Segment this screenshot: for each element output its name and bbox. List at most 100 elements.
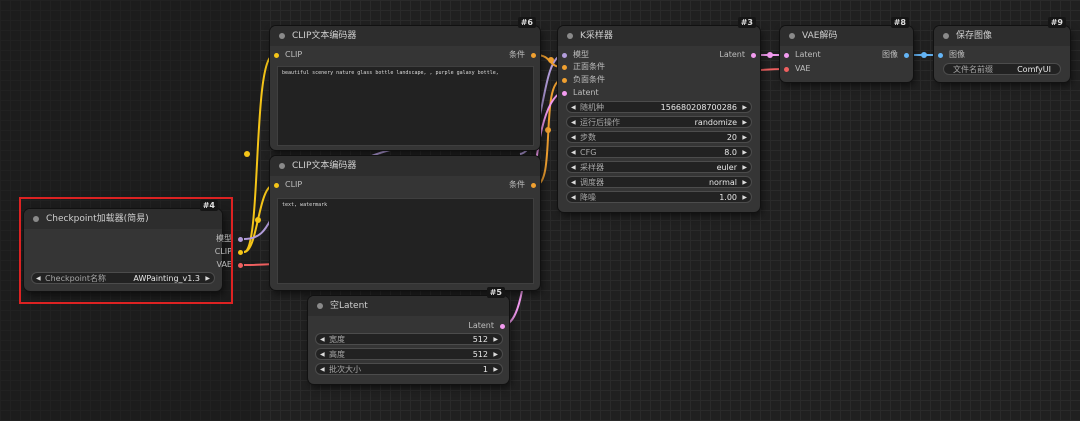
- arrow-right-icon[interactable]: ▶: [742, 162, 747, 174]
- input-positive[interactable]: 正面条件: [561, 62, 605, 72]
- arrow-right-icon[interactable]: ▶: [742, 177, 747, 189]
- node-title[interactable]: 保存图像: [934, 26, 1070, 46]
- arrow-left-icon[interactable]: ◀: [571, 117, 576, 129]
- height-number-widget[interactable]: ◀ 高度 512 ▶: [315, 348, 503, 360]
- widget-value: 1: [482, 365, 488, 374]
- output-image[interactable]: 图像: [882, 50, 910, 60]
- sampler-name-widget[interactable]: ◀ 采样器 euler ▶: [566, 161, 752, 173]
- input-vae[interactable]: VAE: [783, 64, 811, 74]
- input-dot-icon[interactable]: [562, 64, 567, 70]
- arrow-left-icon[interactable]: ◀: [571, 162, 576, 174]
- output-dot-icon[interactable]: [904, 52, 909, 58]
- node-id-badge: #8: [890, 17, 909, 28]
- cfg-widget[interactable]: ◀ CFG 8.0 ▶: [566, 146, 752, 158]
- input-image[interactable]: 图像: [937, 50, 965, 60]
- collapse-dot-icon[interactable]: [567, 33, 573, 39]
- arrow-left-icon[interactable]: ◀: [571, 177, 576, 189]
- input-latent[interactable]: Latent: [561, 88, 599, 98]
- collapse-dot-icon[interactable]: [943, 33, 949, 39]
- input-negative[interactable]: 负面条件: [561, 75, 605, 85]
- widget-label: 宽度: [329, 335, 345, 344]
- output-dot-icon[interactable]: [531, 182, 536, 188]
- denoise-widget[interactable]: ◀ 降噪 1.00 ▶: [566, 191, 752, 203]
- arrow-right-icon[interactable]: ▶: [742, 147, 747, 159]
- widget-label: 降噪: [580, 193, 596, 202]
- arrow-right-icon[interactable]: ▶: [742, 102, 747, 114]
- input-dot-icon[interactable]: [562, 77, 567, 83]
- batch-size-number-widget[interactable]: ◀ 批次大小 1 ▶: [315, 363, 503, 375]
- widget-label: 批次大小: [329, 365, 361, 374]
- output-conditioning-label: 条件: [509, 50, 525, 59]
- node-clip-text-encode-negative[interactable]: CLIP文本编码器 CLIP 条件 text, watermark: [270, 156, 540, 290]
- arrow-left-icon[interactable]: ◀: [320, 334, 325, 346]
- input-clip[interactable]: CLIP: [273, 180, 302, 190]
- input-image-label: 图像: [949, 50, 965, 59]
- arrow-left-icon[interactable]: ◀: [571, 132, 576, 144]
- output-dot-icon[interactable]: [500, 323, 505, 329]
- scheduler-widget[interactable]: ◀ 调度器 normal ▶: [566, 176, 752, 188]
- node-title[interactable]: 空Latent: [308, 296, 509, 316]
- output-dot-icon[interactable]: [531, 52, 536, 58]
- input-vae-label: VAE: [795, 64, 811, 73]
- widget-label: 运行后操作: [580, 118, 620, 127]
- arrow-left-icon[interactable]: ◀: [571, 102, 576, 114]
- input-dot-icon[interactable]: [274, 52, 279, 58]
- arrow-right-icon[interactable]: ▶: [742, 132, 747, 144]
- input-clip[interactable]: CLIP: [273, 50, 302, 60]
- output-dot-icon[interactable]: [238, 236, 243, 242]
- arrow-left-icon[interactable]: ◀: [320, 364, 325, 376]
- arrow-right-icon[interactable]: ▶: [493, 364, 498, 376]
- arrow-right-icon[interactable]: ▶: [742, 117, 747, 129]
- node-save-image[interactable]: 保存图像 #9 图像 文件名前缀 ComfyUI: [934, 17, 1070, 82]
- collapse-dot-icon[interactable]: [279, 163, 285, 169]
- arrow-left-icon[interactable]: ◀: [320, 349, 325, 361]
- arrow-left-icon[interactable]: ◀: [571, 192, 576, 204]
- widget-value: 156680208700286: [660, 103, 737, 112]
- prompt-textarea[interactable]: beautiful scenery nature glass bottle la…: [277, 66, 534, 146]
- seed-widget[interactable]: ◀ 随机种 156680208700286 ▶: [566, 101, 752, 113]
- collapse-dot-icon[interactable]: [789, 33, 795, 39]
- input-latent[interactable]: Latent: [783, 50, 821, 60]
- node-ksampler[interactable]: K采样器 #3 模型 正面条件 负面条件 Latent Latent ◀ 随机种 1…: [558, 17, 760, 212]
- widget-label: 高度: [329, 350, 345, 359]
- prompt-textarea[interactable]: text, watermark: [277, 198, 534, 284]
- node-vae-decode[interactable]: VAE解码 #8 Latent VAE 图像: [780, 17, 913, 82]
- node-title[interactable]: VAE解码: [780, 26, 913, 46]
- collapse-dot-icon[interactable]: [279, 33, 285, 39]
- output-conditioning[interactable]: 条件: [509, 180, 537, 190]
- output-latent[interactable]: Latent: [719, 50, 757, 60]
- input-dot-icon[interactable]: [784, 66, 789, 72]
- input-dot-icon[interactable]: [784, 52, 789, 58]
- input-dot-icon[interactable]: [938, 52, 943, 58]
- input-model[interactable]: 模型: [561, 50, 589, 60]
- node-empty-latent[interactable]: 空Latent #5 Latent ◀ 宽度 512 ▶ ◀ 高度 512 ▶ ◀ 批次大小 1…: [308, 287, 509, 384]
- node-clip-text-encode-positive[interactable]: CLIP文本编码器 #6 CLIP 条件 beautiful scenery n…: [270, 17, 540, 150]
- arrow-right-icon[interactable]: ▶: [742, 192, 747, 204]
- output-dot-icon[interactable]: [751, 52, 756, 58]
- arrow-right-icon[interactable]: ▶: [493, 334, 498, 346]
- node-title-text: CLIP文本编码器: [292, 161, 357, 171]
- width-number-widget[interactable]: ◀ 宽度 512 ▶: [315, 333, 503, 345]
- widget-value: normal: [708, 178, 737, 187]
- node-title[interactable]: K采样器: [558, 26, 760, 46]
- node-title[interactable]: CLIP文本编码器: [270, 156, 540, 176]
- output-latent[interactable]: Latent: [468, 321, 506, 331]
- output-dot-icon[interactable]: [238, 249, 243, 255]
- node-title-text: VAE解码: [802, 31, 838, 41]
- input-negative-label: 负面条件: [573, 75, 605, 84]
- arrow-right-icon[interactable]: ▶: [493, 349, 498, 361]
- control-after-generate-widget[interactable]: ◀ 运行后操作 randomize ▶: [566, 116, 752, 128]
- node-title[interactable]: CLIP文本编码器: [270, 26, 540, 46]
- input-dot-icon[interactable]: [562, 90, 567, 96]
- output-conditioning-label: 条件: [509, 180, 525, 189]
- output-conditioning[interactable]: 条件: [509, 50, 537, 60]
- steps-widget[interactable]: ◀ 步数 20 ▶: [566, 131, 752, 143]
- input-dot-icon[interactable]: [562, 52, 567, 58]
- widget-value: 8.0: [724, 148, 737, 157]
- widget-label: 文件名前缀: [953, 65, 993, 74]
- input-dot-icon[interactable]: [274, 182, 279, 188]
- filename-prefix-widget[interactable]: 文件名前缀 ComfyUI: [943, 63, 1061, 75]
- arrow-left-icon[interactable]: ◀: [571, 147, 576, 159]
- collapse-dot-icon[interactable]: [317, 303, 323, 309]
- output-dot-icon[interactable]: [238, 262, 243, 268]
